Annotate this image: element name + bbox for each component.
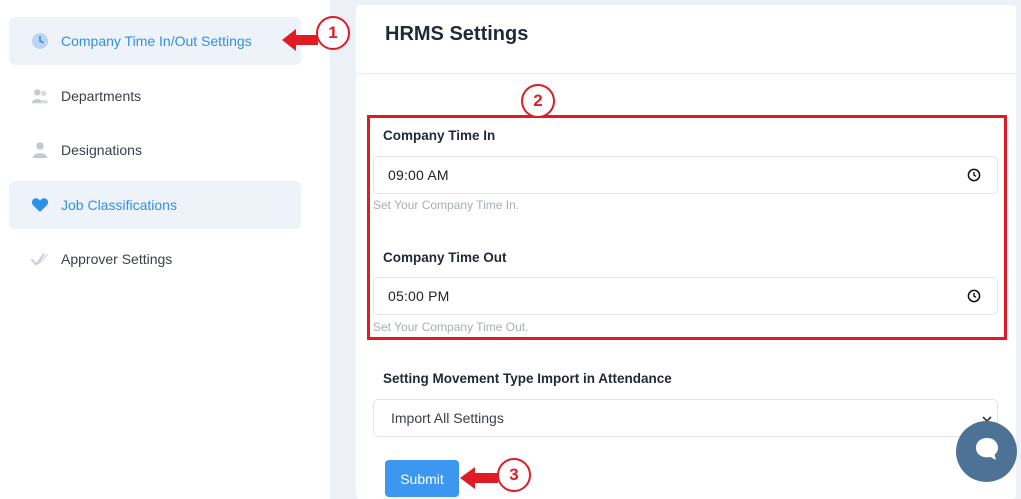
annotation-highlight-box [367,115,1007,340]
sidebar-item-label: Job Classifications [61,197,177,213]
sidebar-item-company-time[interactable]: Company Time In/Out Settings [9,17,301,65]
sidebar-item-departments[interactable]: Departments [9,72,301,120]
checkmark-icon [31,250,49,268]
annotation-badge-3: 3 [497,458,531,492]
sidebar-item-label: Company Time In/Out Settings [61,33,252,49]
movement-type-select[interactable]: Import All Settings [373,399,998,437]
sidebar: Company Time In/Out Settings Departments… [0,0,330,499]
sidebar-item-label: Designations [61,142,142,158]
chat-widget-button[interactable] [956,421,1017,482]
sidebar-item-approver-settings[interactable]: Approver Settings [9,235,301,283]
movement-selected-value: Import All Settings [391,410,504,426]
page-title: HRMS Settings [385,23,529,45]
sidebar-item-designations[interactable]: Designations [9,126,301,174]
annotation-badge-1: 1 [316,16,350,50]
sidebar-item-job-classifications[interactable]: Job Classifications [9,181,301,229]
sidebar-item-label: Approver Settings [61,251,173,267]
annotation-arrow-1 [282,29,318,51]
user-icon [31,141,49,159]
header-divider [356,73,1016,74]
annotation-arrow-3 [460,467,498,489]
heart-icon [31,196,49,214]
submit-button[interactable]: Submit [385,460,459,497]
sidebar-item-label: Departments [61,88,142,104]
users-icon [31,87,49,105]
movement-label: Setting Movement Type Import in Attendan… [383,371,672,386]
clock-icon [31,32,49,50]
annotation-badge-2: 2 [521,84,555,118]
chat-bubble-icon [972,434,1002,469]
